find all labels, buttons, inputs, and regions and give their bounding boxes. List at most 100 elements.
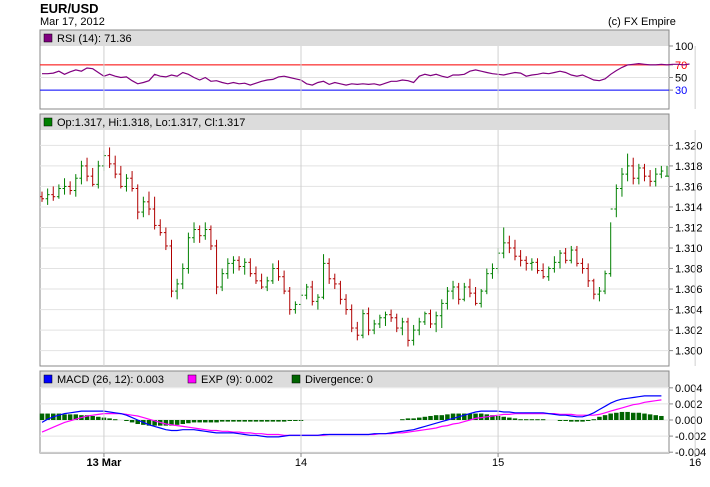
- divergence-bar: [659, 415, 664, 420]
- divergence-bar: [614, 412, 619, 420]
- divergence-bar: [417, 417, 422, 420]
- price-tick-label: 1.318: [675, 161, 703, 173]
- exp-legend-swatch: [187, 374, 197, 384]
- divergence-bar: [585, 420, 591, 421]
- macd-panel: MACD (26, 12): 0.003 EXP (9): 0.002 Dive…: [39, 370, 706, 459]
- divergence-bar: [608, 413, 613, 420]
- x-tick-label: 15: [492, 457, 504, 469]
- price-legend-swatch: [43, 117, 53, 127]
- ohlc-bar-down: [276, 260, 281, 281]
- divergence-bar: [231, 420, 236, 422]
- ohlc-bar-down: [85, 157, 90, 182]
- macd-tick-label: 0.004: [675, 383, 703, 395]
- ohlc-bar-up: [501, 227, 506, 259]
- divergence-bar: [535, 419, 540, 421]
- rsi-header-bar: [40, 30, 669, 46]
- forex-chart: RSI (14): 71.36 100 705030 Op:1.317, Hi:1…: [39, 29, 706, 469]
- ohlc-bar-up: [665, 165, 669, 177]
- ohlc-bar-down: [428, 309, 433, 329]
- divergence-bar: [529, 419, 535, 421]
- ohlc-bar-up: [445, 286, 450, 310]
- ohlc-bar-down: [574, 245, 579, 267]
- rsi-y-axis: 100 705030: [40, 41, 693, 97]
- price-tick-label: 1.316: [675, 181, 703, 193]
- divergence-bar: [433, 415, 439, 420]
- divergence-bar: [574, 420, 580, 422]
- ohlc-bar-down: [473, 286, 478, 306]
- ohlc-bar-down: [456, 282, 461, 305]
- ohlc-bar-down: [405, 317, 410, 347]
- ohlc-bar-down: [580, 258, 585, 274]
- macd-tick-label: -0.002: [675, 431, 706, 443]
- ohlc-bar-up: [270, 263, 275, 284]
- divergence-bar: [107, 418, 112, 420]
- ohlc-bar-up: [411, 324, 416, 346]
- ohlc-bar-up: [490, 263, 495, 279]
- divergence-bar: [39, 413, 45, 420]
- ohlc-bar-down: [332, 273, 337, 290]
- divergence-bar: [597, 416, 602, 420]
- divergence-bar: [400, 419, 405, 421]
- price-y-axis: 1.320 1.318 1.316 1.314 1.312 1.310 1.308 1.306…: [40, 140, 703, 358]
- price-panel: Op:1.317, Hi:1.318, Lo:1.317, Cl:1.317 1…: [39, 113, 703, 367]
- price-plot: [40, 147, 669, 347]
- ohlc-bar-down: [467, 278, 472, 298]
- divergence-bar: [523, 419, 529, 421]
- divergence-bar: [62, 414, 67, 420]
- ohlc-bar-down: [68, 181, 73, 195]
- ohlc-bar-up: [377, 314, 382, 329]
- divergence-bar: [259, 420, 264, 422]
- ohlc-bar-up: [180, 263, 185, 290]
- rsi-tick-label: 100: [675, 41, 693, 53]
- ohlc-bar-down: [152, 196, 157, 230]
- ohlc-bar-down: [51, 186, 56, 201]
- ohlc-bar-down: [118, 165, 123, 189]
- x-tick-label: 14: [295, 457, 307, 469]
- macd-line: [41, 395, 662, 438]
- divergence-bar: [563, 420, 568, 421]
- ohlc-bar-up: [603, 270, 608, 295]
- ohlc-bar-up: [242, 258, 247, 275]
- divergence-bar: [439, 415, 445, 420]
- ohlc-bar-up: [434, 311, 439, 333]
- price-tick-label: 1.300: [675, 346, 703, 358]
- divergence-bar: [636, 412, 642, 420]
- divergence-bar: [293, 420, 298, 421]
- ohlc-bar-down: [248, 258, 253, 277]
- macd-legend-label: MACD (26, 12): 0.003: [57, 374, 164, 386]
- ohlc-bar-up: [422, 311, 427, 325]
- ohlc-bar-up: [552, 256, 557, 273]
- rsi-panel: RSI (14): 71.36 100 705030: [39, 29, 693, 110]
- divergence-bar: [248, 420, 253, 422]
- rsi-tick-label: 70: [675, 60, 687, 72]
- divergence-bar: [96, 416, 101, 420]
- ohlc-bar-up: [124, 174, 129, 192]
- divergence-bar: [203, 420, 208, 423]
- ohlc-bar-down: [563, 248, 568, 264]
- ohlc-bar-up: [558, 250, 563, 269]
- ohlc-bar-up: [186, 232, 191, 274]
- ohlc-bar-down: [130, 171, 135, 192]
- ohlc-bar-down: [512, 239, 517, 261]
- ohlc-bar-up: [484, 268, 489, 295]
- divergence-bar: [512, 418, 518, 420]
- ohlc-bar-up: [315, 294, 320, 310]
- ohlc-bar-up: [451, 280, 456, 300]
- ohlc-bar-down: [40, 191, 44, 202]
- ohlc-bar-up: [653, 167, 658, 187]
- ohlc-bar-down: [535, 258, 540, 274]
- ohlc-bar-down: [208, 225, 213, 251]
- price-tick-label: 1.312: [675, 222, 703, 234]
- price-tick-label: 1.314: [675, 202, 703, 214]
- divergence-bar: [580, 420, 585, 422]
- divergence-bar: [405, 418, 411, 420]
- divergence-legend-label: Divergence: 0: [305, 374, 373, 386]
- ohlc-bar-down: [642, 163, 647, 182]
- divergence-bar: [619, 411, 625, 420]
- divergence-bar: [236, 420, 242, 422]
- price-frame: [39, 113, 670, 367]
- rsi-legend-swatch: [43, 33, 53, 43]
- divergence-bar: [112, 419, 118, 421]
- divergence-bar: [591, 419, 597, 421]
- ohlc-bar-up: [96, 160, 101, 189]
